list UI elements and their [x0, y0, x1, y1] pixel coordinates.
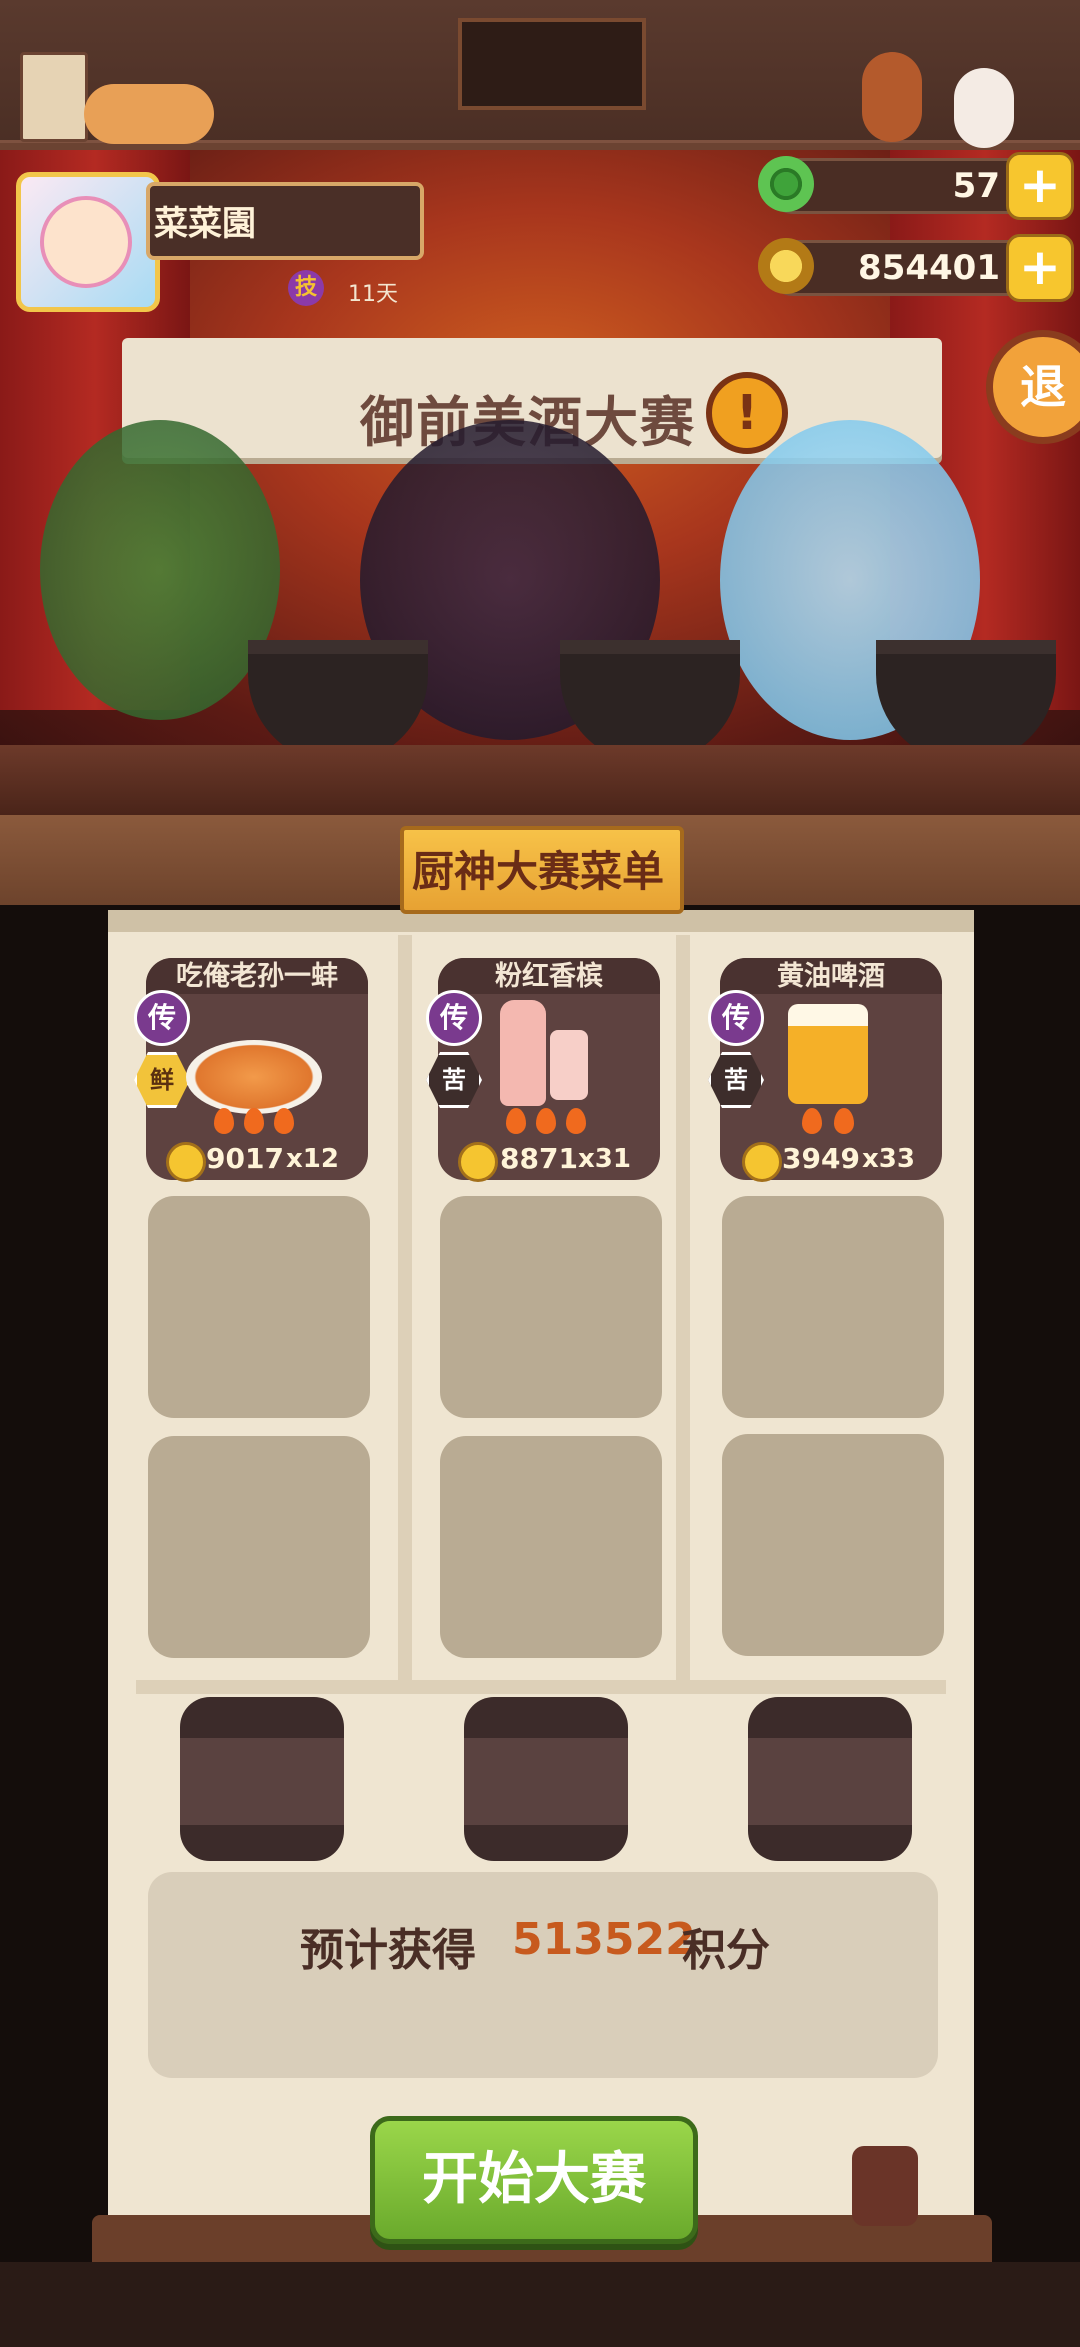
chef-slot[interactable]: [180, 1697, 344, 1861]
stage-floor: [0, 745, 1080, 815]
cat-figure: [84, 84, 214, 144]
coin-icon: [166, 1142, 206, 1182]
flame-icon: [566, 1108, 586, 1134]
flame-icon: [536, 1108, 556, 1134]
dish-price: 3949: [782, 1142, 860, 1175]
champagne-bottle-icon: [500, 1000, 546, 1106]
jade-value: 57: [952, 166, 1000, 206]
player-name: 菜菜園: [154, 204, 256, 244]
days-remaining: 11天: [348, 282, 398, 307]
empty-dish-slot[interactable]: [440, 1436, 662, 1658]
utensil-holder-icon: [852, 2146, 918, 2226]
dish-price: 8871: [500, 1142, 578, 1175]
paw-scroll-icon: [20, 52, 88, 142]
dish-quantity: x12: [286, 1144, 339, 1174]
dish-name: 粉红香槟: [438, 958, 660, 994]
beer-mug-icon: [788, 1004, 868, 1104]
flame-icon: [274, 1108, 294, 1134]
avatar-face-icon: [40, 196, 132, 288]
score-value: 513522: [512, 1914, 696, 1965]
flame-icon: [834, 1108, 854, 1134]
chef-slot[interactable]: [464, 1697, 628, 1861]
empty-dish-slot[interactable]: [722, 1196, 944, 1418]
chef-character-left: [40, 420, 280, 720]
column-divider: [676, 935, 690, 1680]
legend-badge: 传: [708, 990, 764, 1046]
score-unit: 积分: [682, 1925, 770, 1976]
coin-value: 854401: [858, 248, 1000, 288]
add-coin-button[interactable]: +: [1006, 234, 1074, 302]
dish-quantity: x33: [862, 1144, 915, 1174]
empty-dish-slot[interactable]: [148, 1436, 370, 1658]
empty-dish-slot[interactable]: [722, 1434, 944, 1656]
score-box: [148, 1872, 938, 2078]
section-divider: [136, 1680, 946, 1694]
dish-name: 吃俺老孙一蚌: [146, 958, 368, 994]
skill-badge[interactable]: 技: [288, 270, 324, 306]
score-label: 预计获得: [300, 1925, 476, 1976]
flame-icon: [506, 1108, 526, 1134]
bear-figure: [954, 68, 1014, 148]
flame-icon: [244, 1108, 264, 1134]
champagne-glass-icon: [550, 1030, 588, 1100]
dish-name: 黄油啤酒: [720, 958, 942, 994]
alert-icon[interactable]: !: [706, 372, 788, 454]
coin-icon: [458, 1142, 498, 1182]
clam-dish-icon: [186, 1040, 322, 1114]
dish-quantity: x31: [578, 1144, 631, 1174]
menu-title: 厨神大赛菜单: [411, 847, 664, 896]
empty-dish-slot[interactable]: [440, 1196, 662, 1418]
floor: [0, 2262, 1080, 2347]
column-divider: [398, 935, 412, 1680]
start-contest-button[interactable]: 开始大赛: [370, 2116, 698, 2244]
empty-dish-slot[interactable]: [148, 1196, 370, 1418]
dish-price: 9017: [206, 1142, 284, 1175]
flame-icon: [214, 1108, 234, 1134]
chef-slot[interactable]: [748, 1697, 912, 1861]
legend-badge: 传: [134, 990, 190, 1046]
coin-icon: [742, 1142, 782, 1182]
legend-badge: 传: [426, 990, 482, 1046]
flame-icon: [802, 1108, 822, 1134]
mascot-figure: [862, 52, 922, 142]
hanging-scroll-icon: [458, 18, 646, 110]
add-jade-button[interactable]: +: [1006, 152, 1074, 220]
